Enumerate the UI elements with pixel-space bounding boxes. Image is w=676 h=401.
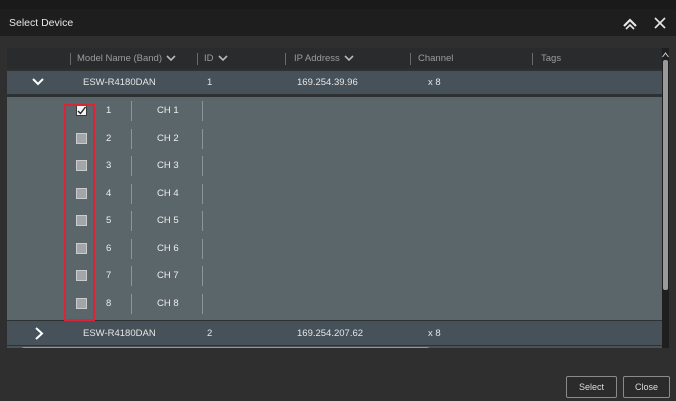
channel-number: 5: [106, 215, 112, 226]
cell-divider: [131, 211, 132, 231]
channel-row[interactable]: 5 CH 5: [7, 207, 669, 235]
channel-row[interactable]: 4 CH 4: [7, 180, 669, 208]
column-ip[interactable]: IP Address: [294, 53, 354, 64]
device-channel: x 8: [428, 328, 441, 339]
cell-divider: [131, 238, 132, 259]
channel-list: 1 CH 1 2 CH 2 3 CH 3 4 CH 4 5 CH 5 6 CH …: [7, 97, 669, 320]
cell-divider: [131, 128, 132, 149]
channel-row[interactable]: 7 CH 7: [7, 262, 669, 290]
column-divider: [285, 53, 286, 65]
channel-number: 2: [106, 132, 112, 144]
device-channel: x 8: [428, 77, 441, 88]
cell-divider: [202, 238, 203, 259]
vertical-scrollbar[interactable]: [662, 48, 669, 348]
chevron-right-icon[interactable]: [34, 327, 44, 343]
channel-number: 6: [106, 242, 112, 254]
column-divider: [197, 53, 198, 65]
column-channel[interactable]: Channel: [418, 53, 453, 64]
cell-divider: [131, 266, 132, 286]
channel-name: CH 5: [157, 215, 179, 226]
channel-number: 1: [106, 105, 112, 116]
channel-name: CH 7: [157, 270, 179, 281]
horizontal-scroll-thumb[interactable]: [21, 347, 430, 348]
chevron-down-icon: [166, 55, 176, 62]
cell-divider: [131, 156, 132, 176]
channel-name: CH 3: [157, 160, 179, 171]
cell-divider: [202, 293, 203, 314]
column-id[interactable]: ID: [204, 53, 228, 64]
scroll-left-icon[interactable]: [10, 347, 16, 348]
channel-name: CH 8: [157, 297, 179, 309]
device-model: ESW-R4180DAN: [83, 77, 156, 88]
channel-name: CH 4: [157, 187, 179, 199]
cell-divider: [202, 266, 203, 286]
cell-divider: [202, 211, 203, 231]
column-id-label: ID: [204, 53, 214, 64]
channel-row[interactable]: 3 CH 3: [7, 152, 669, 180]
device-ip: 169.254.207.62: [297, 328, 364, 339]
chevron-down-icon: [217, 55, 228, 62]
channel-number: 7: [106, 270, 112, 281]
checkbox-highlight-box: [64, 104, 95, 321]
column-divider: [532, 53, 533, 65]
channel-name: CH 1: [157, 105, 179, 116]
column-model[interactable]: Model Name (Band): [77, 53, 176, 64]
device-id: 1: [207, 77, 213, 88]
vertical-scroll-thumb[interactable]: [663, 60, 668, 290]
device-model: ESW-R4180DAN: [83, 328, 156, 339]
cell-divider: [131, 183, 132, 204]
chevron-up-icon[interactable]: [619, 13, 641, 33]
top-strip: [0, 0, 676, 9]
chevron-down-icon: [344, 55, 354, 62]
column-ip-label: IP Address: [294, 53, 340, 64]
channel-name: CH 2: [157, 132, 179, 144]
channel-row[interactable]: 8 CH 8: [7, 290, 669, 318]
cell-divider: [202, 128, 203, 149]
device-id: 2: [207, 328, 213, 339]
cell-divider: [202, 156, 203, 176]
channel-number: 4: [106, 187, 112, 199]
select-device-dialog: Select Device Model Name (Band) ID IP Ad…: [0, 9, 676, 401]
channel-row[interactable]: 6 CH 6: [7, 235, 669, 263]
device-row[interactable]: ESW-R4180DAN 1 169.254.39.96 x 8: [7, 71, 669, 94]
column-tags[interactable]: Tags: [541, 53, 561, 64]
horizontal-scrollbar[interactable]: [7, 346, 669, 348]
cell-divider: [202, 101, 203, 121]
cell-divider: [202, 183, 203, 204]
column-divider: [410, 53, 411, 65]
channel-row[interactable]: 1 CH 1: [7, 97, 669, 125]
column-header: Model Name (Band) ID IP Address Channel …: [7, 48, 669, 69]
cell-divider: [131, 293, 132, 314]
cell-divider: [131, 101, 132, 121]
device-grid: Model Name (Band) ID IP Address Channel …: [7, 48, 669, 348]
select-button[interactable]: Select: [566, 376, 617, 398]
close-icon[interactable]: [650, 13, 670, 33]
channel-number: 8: [106, 297, 112, 309]
dialog-title: Select Device: [9, 17, 74, 29]
device-ip: 169.254.39.96: [297, 77, 358, 88]
column-divider: [70, 53, 71, 65]
chevron-down-icon[interactable]: [31, 77, 45, 90]
channel-number: 3: [106, 160, 112, 171]
column-model-label: Model Name (Band): [77, 53, 163, 64]
channel-row[interactable]: 2 CH 2: [7, 125, 669, 153]
title-bar: Select Device: [0, 9, 676, 36]
close-button[interactable]: Close: [623, 376, 670, 398]
device-row[interactable]: ESW-R4180DAN 2 169.254.207.62 x 8: [7, 321, 669, 345]
channel-name: CH 6: [157, 242, 179, 254]
